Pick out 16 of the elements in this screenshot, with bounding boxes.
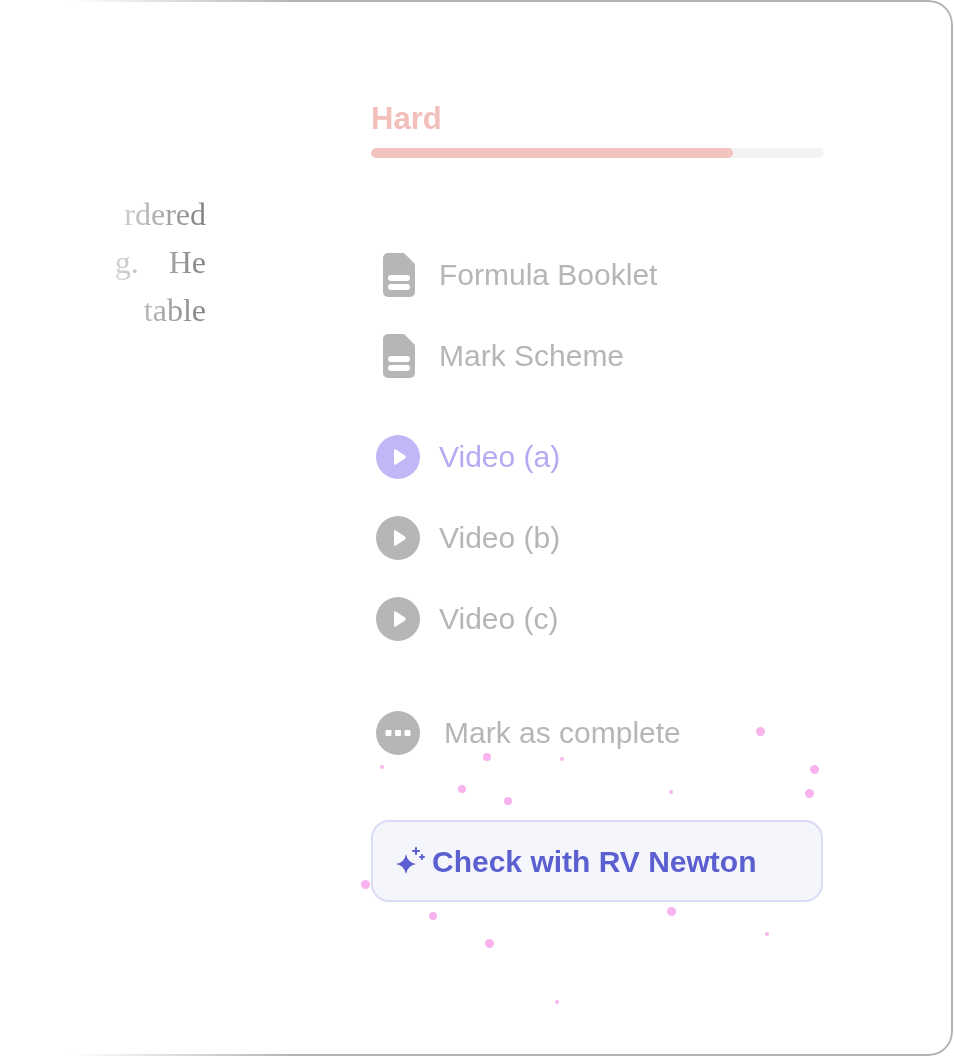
- document-link[interactable]: Mark Scheme: [371, 334, 625, 378]
- play-icon: [376, 516, 420, 560]
- play-icon: [376, 435, 420, 479]
- mark-complete-button[interactable]: Mark as complete: [371, 711, 681, 755]
- check-with-rv-newton-button[interactable]: Check with RV Newton: [371, 820, 823, 902]
- video-link[interactable]: Video (b): [371, 516, 561, 560]
- difficulty-label: Hard: [371, 100, 442, 138]
- document-link[interactable]: Formula Booklet: [371, 253, 658, 297]
- document-icon: [383, 334, 415, 378]
- passage-text: rdered: [124, 195, 206, 234]
- video-link[interactable]: Video (a): [371, 435, 561, 479]
- more-dots-icon: [376, 711, 420, 755]
- video-link[interactable]: Video (c): [371, 597, 559, 641]
- document-icon: [383, 253, 415, 297]
- passage-text: table: [143, 291, 206, 330]
- play-icon: [376, 597, 420, 641]
